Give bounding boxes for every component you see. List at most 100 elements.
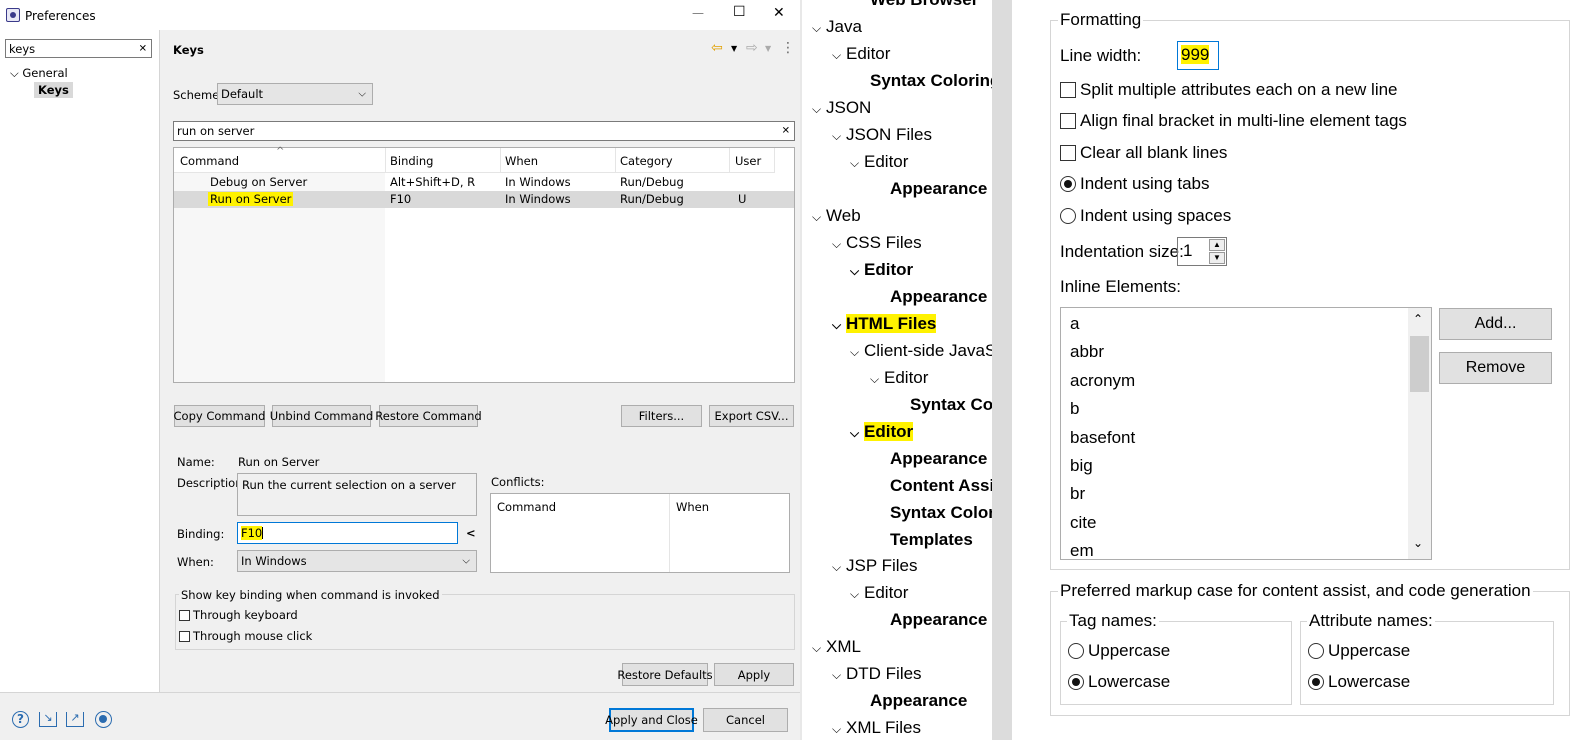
tree-item-xml[interactable]: ⌵ XML <box>812 633 861 662</box>
chevron-down-icon[interactable]: ⌵ <box>832 231 846 258</box>
close-button[interactable]: ✕ <box>773 5 785 21</box>
stepper-down-icon[interactable]: ▼ <box>1209 252 1225 264</box>
tree-item-jsp-appearance[interactable]: Appearance <box>890 606 987 633</box>
tree-item-jsp-files[interactable]: ⌵ JSP Files <box>832 552 918 581</box>
conflicts-column-when[interactable]: When <box>676 500 709 514</box>
help-icon[interactable]: ? <box>12 711 29 728</box>
chevron-down-icon[interactable]: ⌵ <box>850 339 864 366</box>
minimize-button[interactable]: — <box>692 6 704 20</box>
tree-item-dtd-files[interactable]: ⌵ DTD Files <box>832 660 922 689</box>
scroll-down-icon[interactable]: ⌄ <box>1413 536 1423 550</box>
binding-input[interactable]: F10 <box>237 522 458 544</box>
tree-item-json-files[interactable]: ⌵ JSON Files <box>832 121 932 150</box>
apply-and-close-button[interactable]: Apply and Close <box>605 708 698 732</box>
add-button[interactable]: Add... <box>1439 308 1552 340</box>
column-command[interactable]: Command <box>180 154 239 168</box>
tree-item-client-side-js[interactable]: ⌵ Client-side JavaSc <box>850 337 992 366</box>
maximize-button[interactable]: ☐ <box>733 4 746 20</box>
chevron-down-icon[interactable]: ⌵ <box>832 42 846 69</box>
column-when[interactable]: When <box>505 154 538 168</box>
chevron-down-icon[interactable]: ⌵ <box>812 96 826 123</box>
radio-icon[interactable] <box>1068 643 1084 659</box>
indent-tabs-radio[interactable]: Indent using tabs <box>1060 174 1209 194</box>
unbind-command-button[interactable]: Unbind Command <box>270 405 373 427</box>
tree-item-templates[interactable]: Templates <box>890 526 973 553</box>
export-icon[interactable]: ↗ <box>66 712 84 727</box>
tree-item-java[interactable]: ⌵ Java <box>812 13 862 42</box>
list-item[interactable]: b <box>1070 399 1079 419</box>
list-item[interactable]: em <box>1070 541 1094 559</box>
radio-icon[interactable] <box>1308 643 1324 659</box>
inline-elements-list[interactable]: a abbr acronym b basefont big br cite em… <box>1060 307 1432 560</box>
column-binding[interactable]: Binding <box>390 154 433 168</box>
tree-item-json-appearance[interactable]: Appearance <box>890 175 987 202</box>
tree-item-html-appearance[interactable]: Appearance <box>890 445 987 472</box>
tree-item-java-editor[interactable]: ⌵ Editor <box>832 40 890 69</box>
scrollbar[interactable]: ⌃ ⌄ <box>1408 308 1431 559</box>
chevron-down-icon[interactable]: ⌵ <box>850 150 864 177</box>
table-row[interactable]: Debug on Server Alt+Shift+D, R In Window… <box>174 174 794 191</box>
through-keyboard-checkbox[interactable]: Through keyboard <box>179 608 298 622</box>
indent-spaces-radio[interactable]: Indent using spaces <box>1060 206 1231 226</box>
through-mouse-checkbox[interactable]: Through mouse click <box>179 629 312 643</box>
clear-icon[interactable]: ✕ <box>139 43 147 54</box>
view-menu-icon[interactable]: ⋮ <box>781 40 795 56</box>
command-filter-input[interactable]: run on server ✕ <box>173 121 795 141</box>
split-attributes-checkbox[interactable]: Split multiple attributes each on a new … <box>1060 80 1398 100</box>
indentation-size-stepper[interactable]: 1 ▲ ▼ <box>1177 237 1227 266</box>
chevron-down-icon[interactable]: ⌵ <box>832 123 846 150</box>
radio-icon[interactable] <box>1060 176 1076 192</box>
radio-icon[interactable] <box>1068 674 1084 690</box>
chevron-down-icon[interactable]: ⌵ <box>850 420 864 447</box>
tree-item-html-editor[interactable]: ⌵ Editor <box>850 418 914 447</box>
conflicts-column-command[interactable]: Command <box>497 500 556 514</box>
table-row-selected[interactable]: Run on Server F10 In Windows Run/Debug U <box>174 191 794 208</box>
column-category[interactable]: Category <box>620 154 673 168</box>
scrollbar-thumb[interactable] <box>1410 336 1429 392</box>
tree-item-syntax-coloring[interactable]: Syntax Coloring <box>870 67 992 94</box>
attr-lowercase-radio[interactable]: Lowercase <box>1308 672 1410 692</box>
tree-item-content-assist[interactable]: Content Assis <box>890 472 992 499</box>
chevron-down-icon[interactable]: ⌵ <box>812 15 826 42</box>
chevron-down-icon[interactable]: ⌵ <box>832 716 846 740</box>
binding-menu-icon[interactable]: < <box>466 526 476 540</box>
forward-icon[interactable]: ⇨ <box>746 40 758 56</box>
tree-item-dtd-appearance[interactable]: Appearance <box>870 687 967 714</box>
restore-command-button[interactable]: Restore Command <box>375 405 482 427</box>
scroll-up-icon[interactable]: ⌃ <box>1413 312 1423 326</box>
when-select[interactable]: In Windows ⌵ <box>237 550 477 572</box>
dropdown-icon[interactable]: ▼ <box>731 44 737 53</box>
tree-item-json-editor[interactable]: ⌵ Editor <box>850 148 908 177</box>
chevron-down-icon[interactable]: ⌵ <box>832 662 846 689</box>
tree-item-jsp-editor[interactable]: ⌵ Editor <box>850 579 908 608</box>
remove-button[interactable]: Remove <box>1439 352 1552 384</box>
tree-item-web[interactable]: ⌵ Web <box>812 202 861 231</box>
list-item[interactable]: br <box>1070 484 1085 504</box>
tree-item-xml-files[interactable]: ⌵ XML Files <box>832 714 921 740</box>
list-item[interactable]: basefont <box>1070 428 1135 448</box>
attr-uppercase-radio[interactable]: Uppercase <box>1308 641 1410 661</box>
filters-button[interactable]: Filters... <box>621 405 702 427</box>
chevron-down-icon[interactable]: ⌵ <box>812 635 826 662</box>
list-item[interactable]: big <box>1070 456 1093 476</box>
record-icon[interactable] <box>95 711 112 728</box>
radio-icon[interactable] <box>1060 208 1076 224</box>
chevron-down-icon[interactable]: ⌵ <box>870 366 884 393</box>
line-width-input[interactable]: 999 <box>1177 41 1219 70</box>
import-icon[interactable]: ↘ <box>39 712 57 727</box>
chevron-down-icon[interactable]: ⌵ <box>832 312 846 339</box>
tree-item-json[interactable]: ⌵ JSON <box>812 94 871 123</box>
radio-icon[interactable] <box>1308 674 1324 690</box>
scheme-select[interactable]: Default ⌵ <box>217 83 373 105</box>
list-item[interactable]: a <box>1070 314 1079 334</box>
tree-item-web-browser[interactable]: Web Browser <box>870 0 978 13</box>
tree-item-css-editor[interactable]: ⌵ Editor <box>850 256 913 285</box>
tree-item-keys[interactable]: Keys <box>34 82 73 98</box>
checkbox-icon[interactable] <box>1060 145 1076 161</box>
checkbox-icon[interactable] <box>1060 82 1076 98</box>
clear-blank-checkbox[interactable]: Clear all blank lines <box>1060 143 1227 163</box>
list-item[interactable]: abbr <box>1070 342 1104 362</box>
restore-defaults-button[interactable]: Restore Defaults <box>617 663 713 686</box>
checkbox-icon[interactable] <box>1060 113 1076 129</box>
clear-icon[interactable]: ✕ <box>782 126 790 137</box>
